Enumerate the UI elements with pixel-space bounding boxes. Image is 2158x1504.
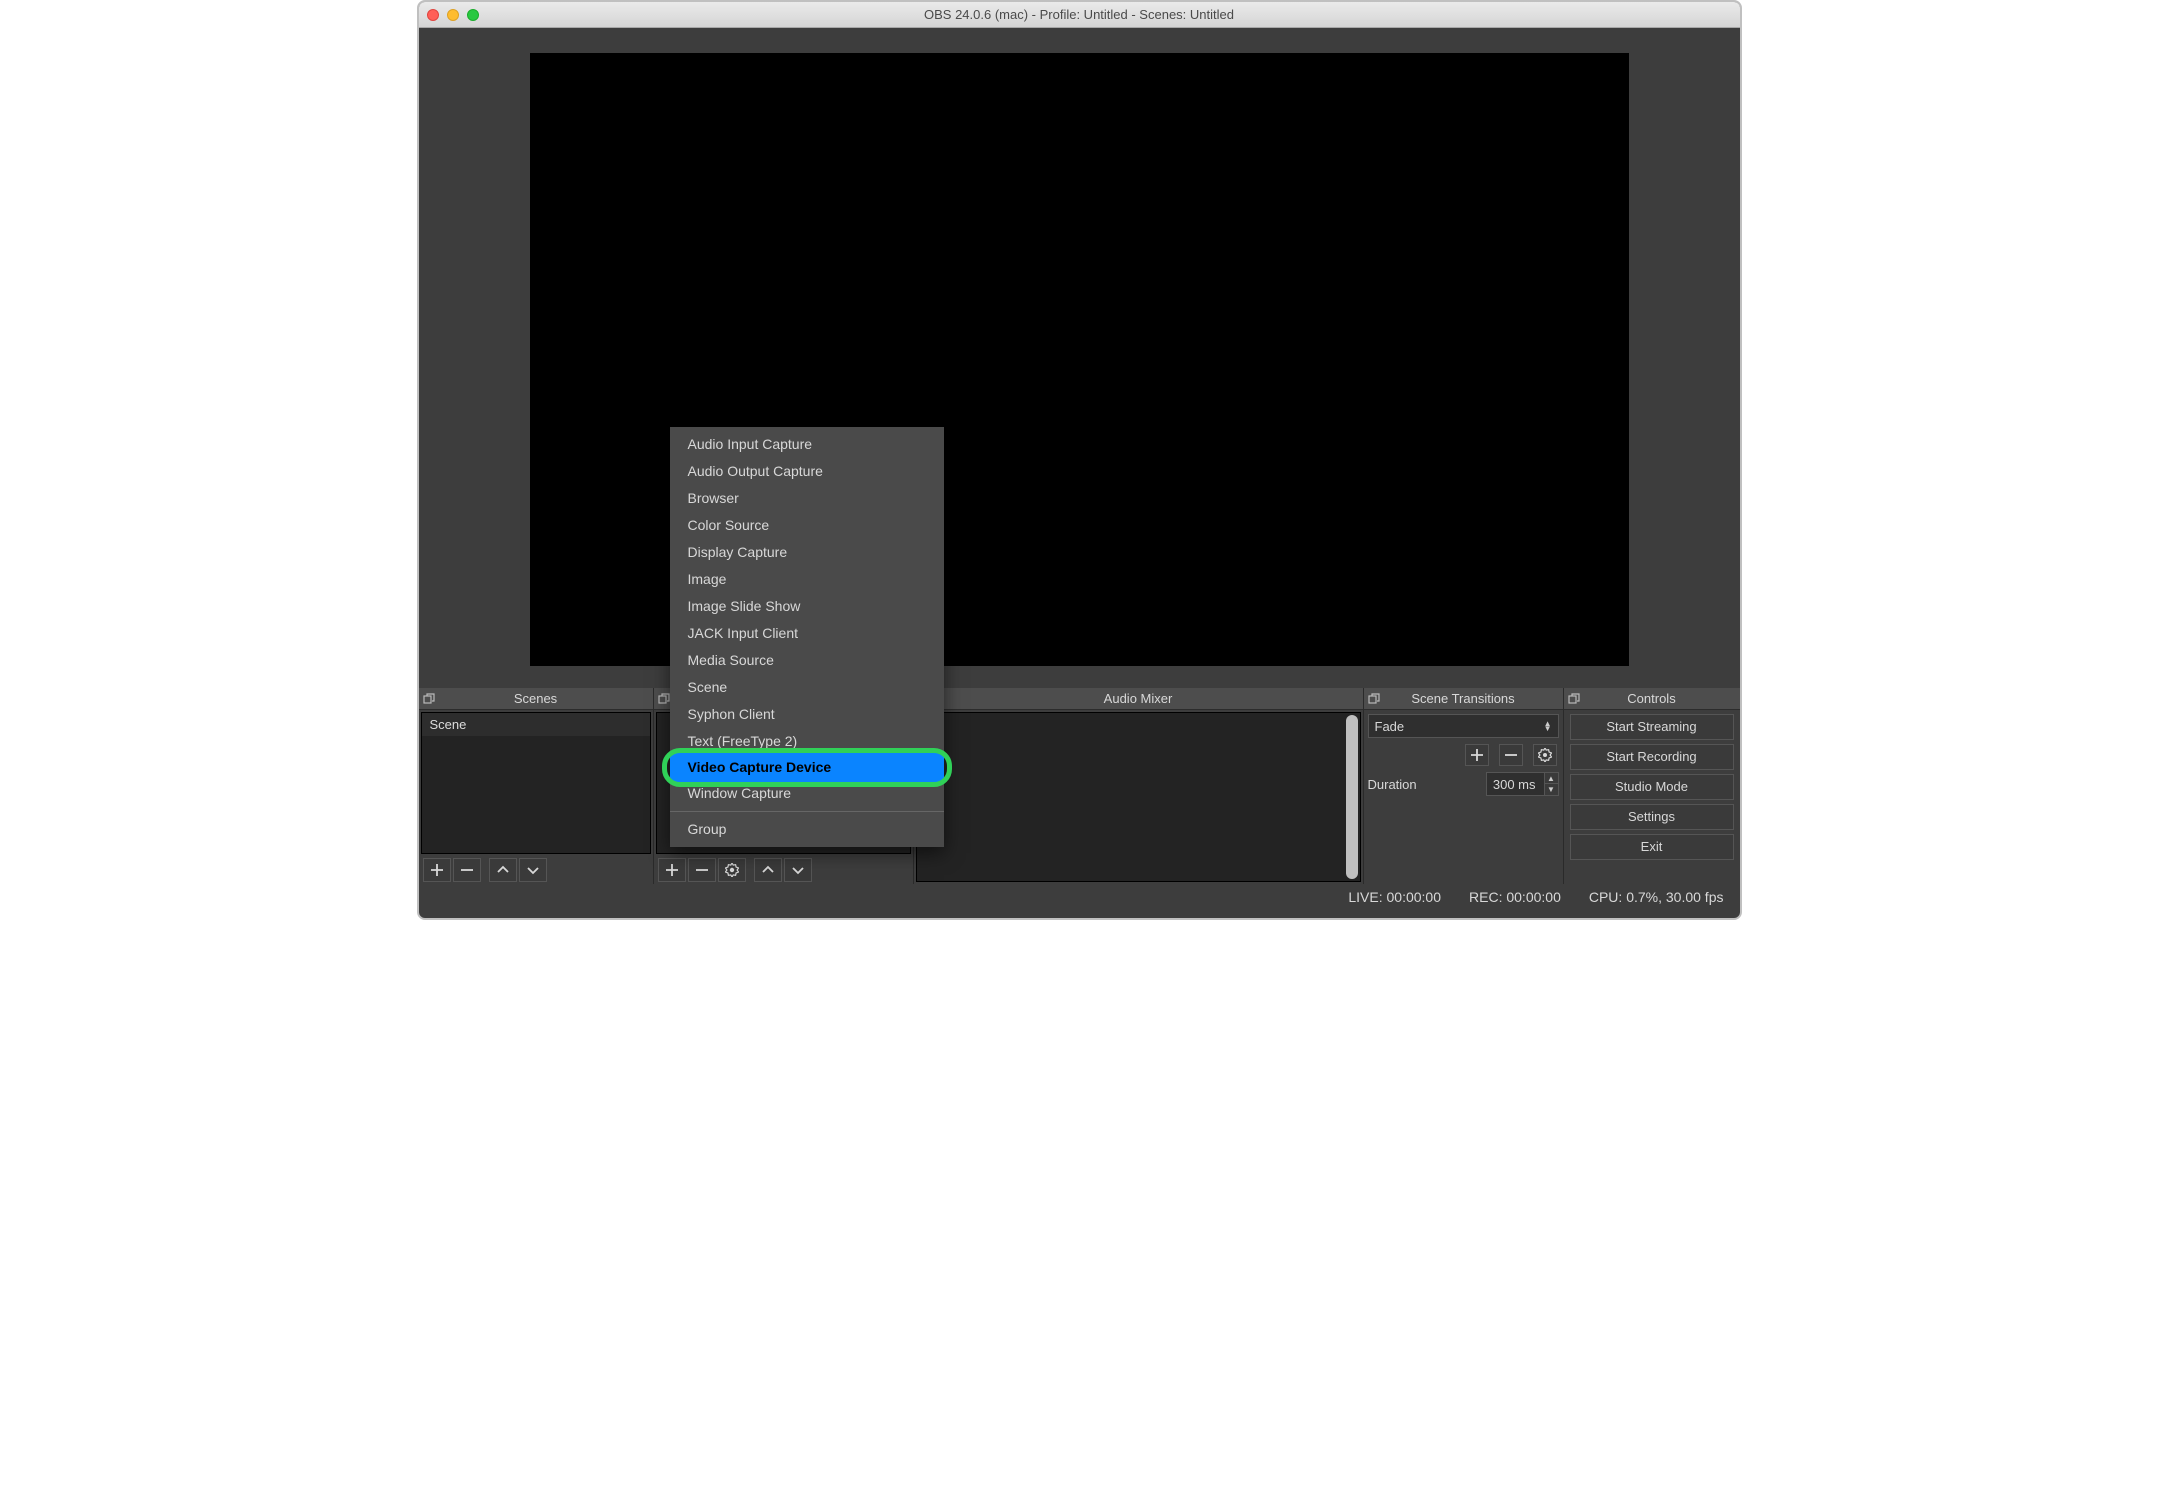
transitions-dock-header: Scene Transitions (1364, 688, 1563, 710)
mixer-dock-header: Audio Mixer (914, 688, 1363, 710)
add-source-menu-item[interactable]: Media Source (670, 647, 944, 674)
remove-scene-button[interactable] (453, 858, 481, 882)
scenes-dock-header: Scenes (419, 688, 653, 710)
popout-icon[interactable] (1368, 693, 1380, 705)
status-live: LIVE: 00:00:00 (1348, 889, 1441, 905)
transitions-dock: Scene Transitions Fade ▲▼ Duration 300 m… (1364, 688, 1564, 884)
controls-dock-header: Controls (1564, 688, 1740, 710)
move-scene-down-button[interactable] (519, 858, 547, 882)
preview-area (419, 28, 1740, 688)
status-cpu: CPU: 0.7%, 30.00 fps (1589, 889, 1724, 905)
add-source-menu-item[interactable]: Browser (670, 485, 944, 512)
add-source-menu-item[interactable]: Audio Input Capture (670, 431, 944, 458)
move-source-up-button[interactable] (754, 858, 782, 882)
add-transition-button[interactable] (1465, 744, 1489, 766)
transitions-body: Fade ▲▼ Duration 300 ms ▲▼ (1364, 710, 1563, 796)
transitions-dock-title: Scene Transitions (1411, 691, 1514, 706)
mixer-dock-title: Audio Mixer (1104, 691, 1173, 706)
settings-button[interactable]: Settings (1570, 804, 1734, 830)
scene-item[interactable]: Scene (422, 713, 650, 736)
add-source-menu-item[interactable]: JACK Input Client (670, 620, 944, 647)
controls-dock: Controls Start Streaming Start Recording… (1564, 688, 1740, 884)
add-source-menu-item[interactable]: Image (670, 566, 944, 593)
sources-toolbar (654, 856, 913, 884)
move-scene-up-button[interactable] (489, 858, 517, 882)
remove-transition-button[interactable] (1499, 744, 1523, 766)
add-source-menu-item[interactable]: Audio Output Capture (670, 458, 944, 485)
window-title: OBS 24.0.6 (mac) - Profile: Untitled - S… (419, 7, 1740, 22)
popout-icon[interactable] (423, 693, 435, 705)
transition-select[interactable]: Fade ▲▼ (1368, 714, 1559, 738)
add-source-menu-item[interactable]: Image Slide Show (670, 593, 944, 620)
scenes-dock-title: Scenes (514, 691, 557, 706)
menu-separator (670, 811, 944, 812)
move-source-down-button[interactable] (784, 858, 812, 882)
exit-button[interactable]: Exit (1570, 834, 1734, 860)
mixer-dock: Audio Mixer (914, 688, 1364, 884)
popout-icon[interactable] (1568, 693, 1580, 705)
controls-body: Start Streaming Start Recording Studio M… (1566, 712, 1738, 882)
docks-row: Scenes Scene Sources (419, 688, 1740, 884)
mixer-scrollbar[interactable] (1346, 715, 1358, 879)
duration-value: 300 ms (1493, 777, 1536, 792)
add-source-menu-item[interactable]: Text (FreeType 2) (670, 728, 944, 755)
mixer-body (916, 712, 1361, 882)
add-scene-button[interactable] (423, 858, 451, 882)
titlebar: OBS 24.0.6 (mac) - Profile: Untitled - S… (419, 2, 1740, 28)
duration-label: Duration (1368, 777, 1417, 792)
add-source-menu-item-highlighted[interactable]: Video Capture Device (670, 753, 944, 782)
popout-icon[interactable] (658, 693, 670, 705)
scenes-toolbar (419, 856, 653, 884)
studio-mode-button[interactable]: Studio Mode (1570, 774, 1734, 800)
scenes-list[interactable]: Scene (421, 712, 651, 854)
add-source-menu-item[interactable]: Window Capture (670, 780, 944, 807)
add-source-button[interactable] (658, 858, 686, 882)
controls-dock-title: Controls (1627, 691, 1675, 706)
add-source-menu-item[interactable]: Color Source (670, 512, 944, 539)
start-streaming-button[interactable]: Start Streaming (1570, 714, 1734, 740)
obs-window: OBS 24.0.6 (mac) - Profile: Untitled - S… (417, 0, 1742, 920)
spin-controls[interactable]: ▲▼ (1544, 773, 1558, 795)
add-source-menu-item[interactable]: Display Capture (670, 539, 944, 566)
status-bar: LIVE: 00:00:00 REC: 00:00:00 CPU: 0.7%, … (419, 884, 1740, 910)
remove-source-button[interactable] (688, 858, 716, 882)
add-source-menu-item[interactable]: Scene (670, 674, 944, 701)
add-source-menu-item[interactable]: Group (670, 816, 944, 843)
transition-select-value: Fade (1375, 719, 1405, 734)
chevron-updown-icon: ▲▼ (1544, 721, 1552, 731)
duration-field[interactable]: 300 ms ▲▼ (1486, 772, 1559, 796)
status-rec: REC: 00:00:00 (1469, 889, 1561, 905)
transition-properties-button[interactable] (1533, 744, 1557, 766)
start-recording-button[interactable]: Start Recording (1570, 744, 1734, 770)
scenes-dock: Scenes Scene (419, 688, 654, 884)
add-source-menu-item[interactable]: Syphon Client (670, 701, 944, 728)
source-properties-button[interactable] (718, 858, 746, 882)
add-source-menu: Audio Input CaptureAudio Output CaptureB… (670, 427, 944, 847)
